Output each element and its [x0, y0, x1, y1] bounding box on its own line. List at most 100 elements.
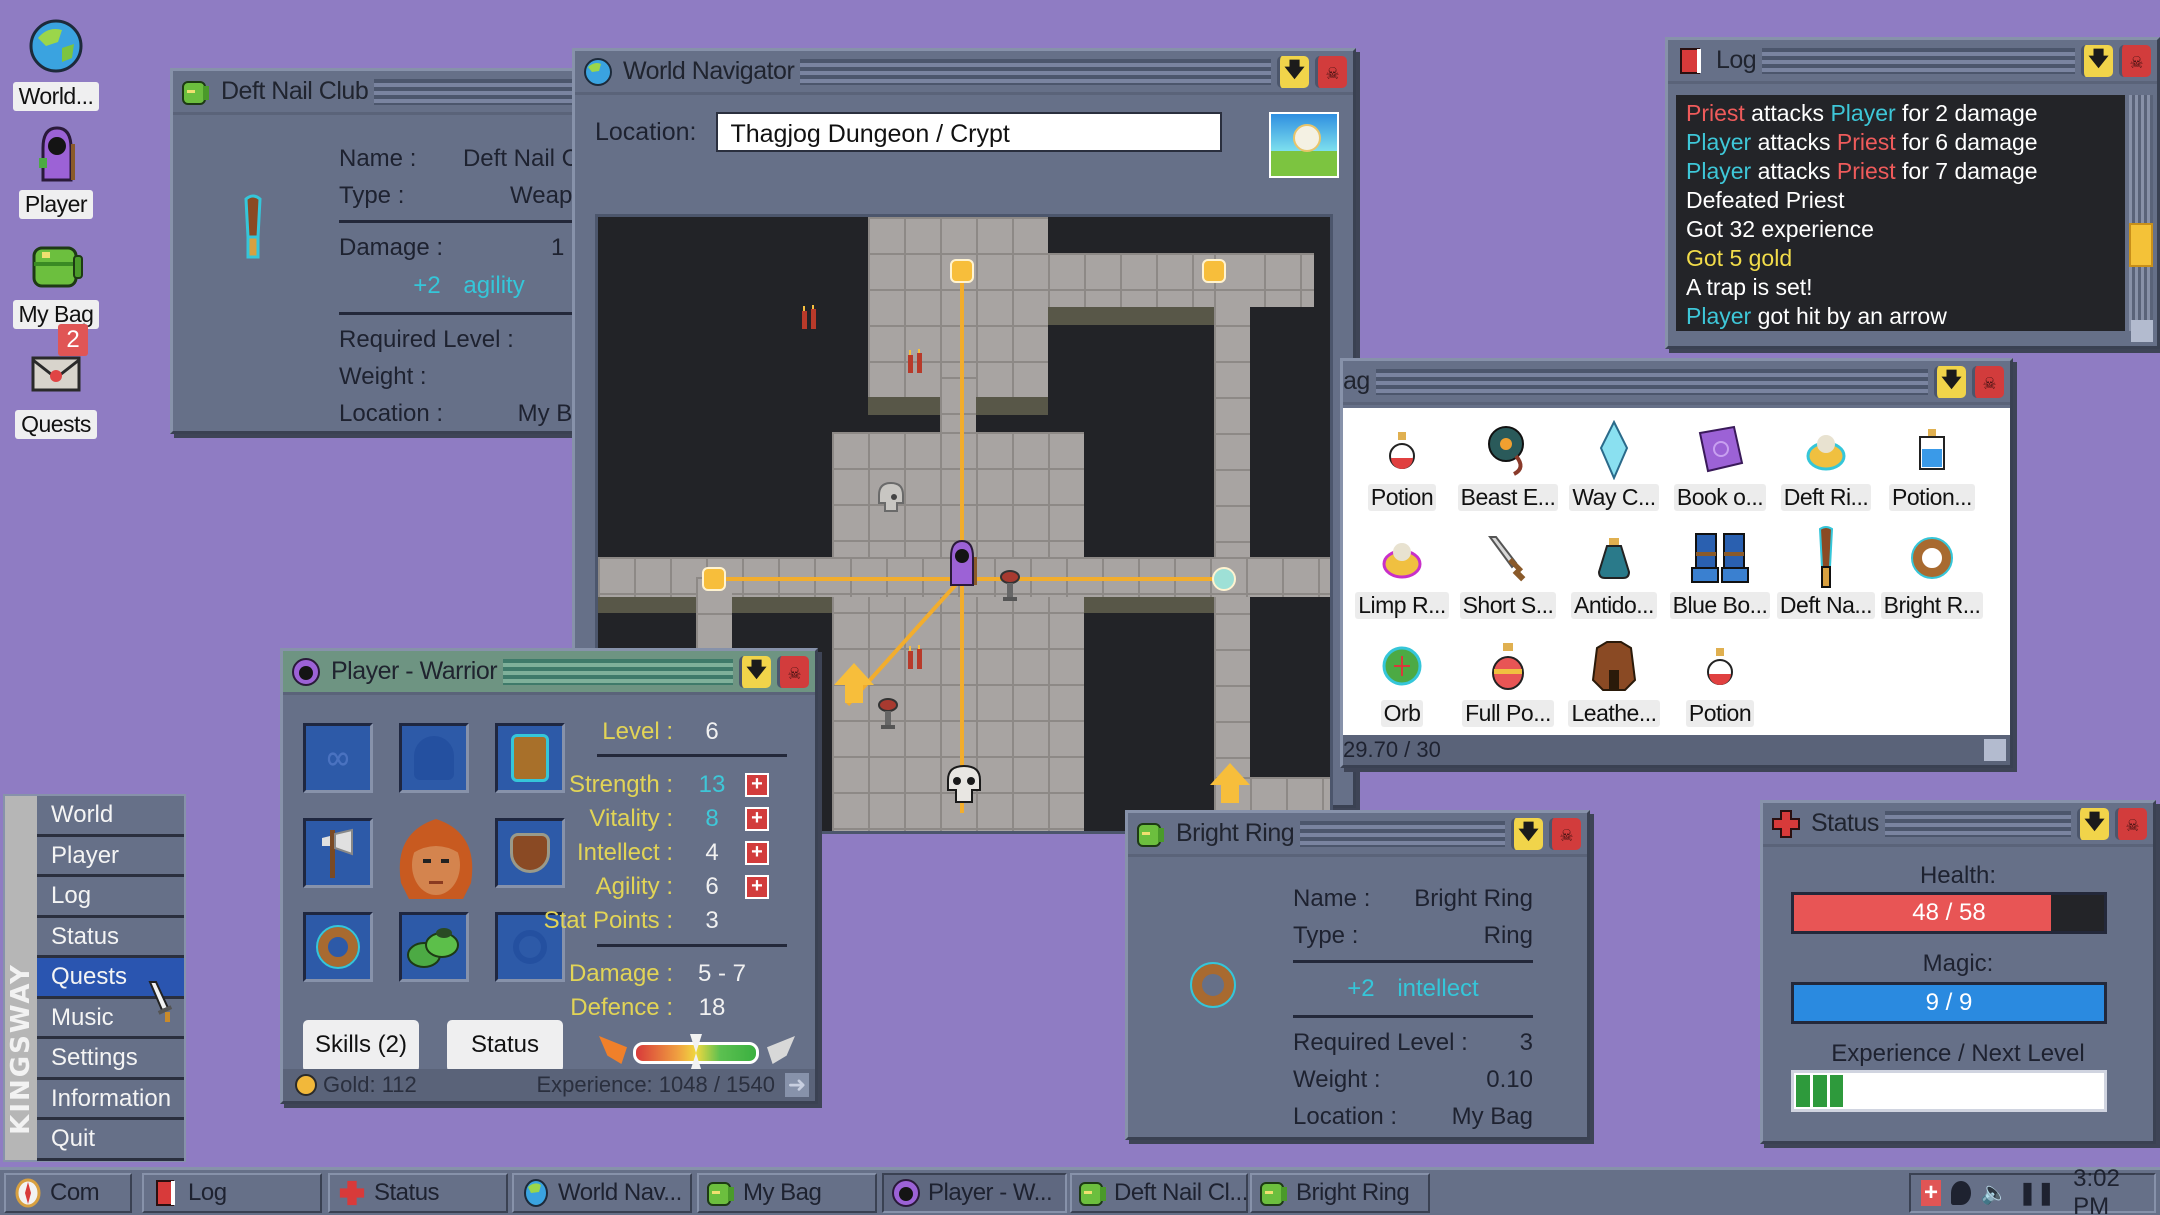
window-titlebar[interactable]: Log 🡇 ☠	[1668, 40, 2157, 84]
detail-label: Location :	[339, 399, 444, 427]
pause-icon[interactable]: ❚❚	[2018, 1180, 2055, 1206]
map-floor	[1214, 253, 1250, 831]
increase-intellect-button[interactable]: +	[745, 841, 769, 865]
waypoint-marker[interactable]	[1202, 259, 1226, 283]
exit-arrow-icon[interactable]	[1210, 763, 1250, 803]
taskbar-button-log[interactable]: Log	[142, 1173, 322, 1213]
taskbar-button-player-w[interactable]: Player - W...	[882, 1173, 1067, 1213]
portal-marker[interactable]	[1212, 567, 1236, 591]
resize-handle[interactable]	[1984, 739, 2006, 761]
bag-item[interactable]: Full Po...	[1455, 636, 1561, 744]
desktop-icon-world[interactable]: World...	[6, 14, 106, 111]
globe-icon	[581, 55, 615, 89]
window-titlebar[interactable]: Deft Nail Club	[173, 71, 587, 115]
taskbar-button-deft-nail-cl[interactable]: Deft Nail Cl...	[1070, 1173, 1248, 1213]
detail-row-weight: Weight : 0.10	[1293, 1061, 1533, 1098]
desktop-icon-player[interactable]: Player	[6, 122, 106, 219]
compass-icon	[12, 1177, 44, 1209]
close-skull-button[interactable]: ☠	[777, 655, 809, 688]
scroll-thumb[interactable]	[2129, 223, 2153, 267]
taskbar-button-world-nav[interactable]: World Nav...	[512, 1173, 692, 1213]
bag-item[interactable]: Potion	[1667, 636, 1773, 744]
start-menu-item-log[interactable]: Log	[37, 877, 184, 918]
waypoint-marker[interactable]	[950, 259, 974, 283]
exit-arrow-icon[interactable]	[834, 663, 874, 703]
close-skull-button[interactable]: ☠	[1315, 55, 1347, 88]
equip-slot-weapon[interactable]	[303, 818, 373, 888]
start-menu-item-information[interactable]: Information	[37, 1080, 184, 1120]
taskbar-button-com[interactable]: Com	[4, 1173, 132, 1213]
start-menu-item-quit[interactable]: Quit	[37, 1120, 184, 1161]
status-button[interactable]: Status	[447, 1020, 563, 1072]
minimize-button[interactable]: 🡇	[2081, 44, 2113, 77]
minimize-button[interactable]: 🡇	[1277, 55, 1309, 88]
bag-item[interactable]: Beast E...	[1455, 420, 1561, 528]
taskbar-button-my-bag[interactable]: My Bag	[697, 1173, 877, 1213]
close-skull-button[interactable]: ☠	[1549, 817, 1581, 850]
detail-row-type: Type : Ring	[1293, 917, 1533, 954]
log-segment: attacks	[1751, 129, 1837, 155]
taskbar-button-bright-ring[interactable]: Bright Ring	[1250, 1173, 1430, 1213]
window-titlebar[interactable]: Player - Warrior 🡇 ☠	[283, 651, 815, 695]
increase-strength-button[interactable]: +	[745, 773, 769, 797]
bag-item-label: Limp R...	[1355, 592, 1449, 619]
chat-bubble-icon[interactable]	[1950, 1181, 1971, 1205]
window-titlebar[interactable]: World Navigator 🡇 ☠	[575, 51, 1353, 95]
desktop-icon-quests[interactable]: 2 Quests	[6, 324, 106, 439]
taskbar-button-status[interactable]: Status	[328, 1173, 508, 1213]
divider	[597, 754, 787, 757]
start-menu-item-world[interactable]: World	[37, 796, 184, 837]
window-titlebar[interactable]: ag 🡇 ☠	[1343, 361, 2010, 405]
bag-item[interactable]: Antido...	[1561, 528, 1667, 636]
speaker-icon[interactable]: 🔈	[1981, 1180, 2008, 1206]
window-title: ag	[1343, 367, 1370, 395]
minimize-button[interactable]: 🡇	[2077, 807, 2109, 840]
window-body: ∞ Level : 6 Strength : 13 + Vitality : 8 + In…	[283, 698, 815, 1101]
bag-item[interactable]: Limp R...	[1349, 528, 1455, 636]
bag-item[interactable]: Potion	[1349, 420, 1455, 528]
next-arrow-button[interactable]: ➜	[785, 1073, 809, 1097]
equip-slot-helmet[interactable]	[399, 723, 469, 793]
minimize-button[interactable]: 🡇	[1511, 817, 1543, 850]
detail-row-type: Type : Weapon	[339, 177, 599, 214]
increase-agility-button[interactable]: +	[745, 875, 769, 899]
bag-item[interactable]: Leathe...	[1561, 636, 1667, 744]
window-titlebar[interactable]: Bright Ring 🡇 ☠	[1128, 813, 1587, 857]
minimize-button[interactable]: 🡇	[739, 655, 771, 688]
bag-item[interactable]: Way C...	[1561, 420, 1667, 528]
log-line: Player got hit by an arrow	[1686, 302, 2115, 331]
close-skull-button[interactable]: ☠	[2115, 807, 2147, 840]
bag-item[interactable]: Bright R...	[1879, 528, 1985, 636]
location-field[interactable]: Thagjog Dungeon / Crypt	[716, 112, 1223, 152]
bag-item[interactable]: Deft Ri...	[1773, 420, 1879, 528]
log-scrollbar[interactable]	[2129, 95, 2153, 331]
bag-item-label: Beast E...	[1457, 484, 1559, 511]
close-skull-button[interactable]: ☠	[2119, 44, 2151, 77]
desktop-icon-my-bag[interactable]: My Bag	[6, 232, 106, 329]
waypoint-marker[interactable]	[702, 567, 726, 591]
bag-item[interactable]: Potion...	[1879, 420, 1985, 528]
equip-slot-amulet[interactable]: ∞	[303, 723, 373, 793]
window-body: Health: 48 / 58 Magic: 9 / 9 Experience …	[1763, 850, 2153, 1141]
equip-slot-boots[interactable]	[399, 912, 469, 982]
equip-slot-ring[interactable]	[303, 912, 373, 982]
start-menu-item-settings[interactable]: Settings	[37, 1039, 184, 1080]
window-title: Log	[1716, 46, 1757, 74]
start-menu-item-player[interactable]: Player	[37, 837, 184, 877]
skills-button[interactable]: Skills (2)	[303, 1020, 419, 1072]
bag-item[interactable]: Deft Na...	[1773, 526, 1879, 636]
start-menu-item-status[interactable]: Status	[37, 918, 184, 958]
enemy-skull-icon[interactable]	[944, 763, 984, 805]
window-titlebar[interactable]: Status 🡇 ☠	[1763, 803, 2153, 847]
minimize-button[interactable]: 🡇	[1934, 365, 1966, 398]
bag-item[interactable]: Orb	[1349, 636, 1455, 744]
bag-item[interactable]: Blue Bo...	[1667, 528, 1773, 636]
experience-bar-fill	[1796, 1075, 1843, 1107]
resize-handle[interactable]	[2131, 320, 2153, 342]
bag-item[interactable]: Book o...	[1667, 420, 1773, 528]
health-alert-icon[interactable]: +	[1921, 1180, 1941, 1206]
player-sprite-icon[interactable]	[942, 537, 982, 589]
bag-item[interactable]: Short S...	[1455, 528, 1561, 636]
close-skull-button[interactable]: ☠	[1972, 365, 2004, 398]
increase-vitality-button[interactable]: +	[745, 807, 769, 831]
